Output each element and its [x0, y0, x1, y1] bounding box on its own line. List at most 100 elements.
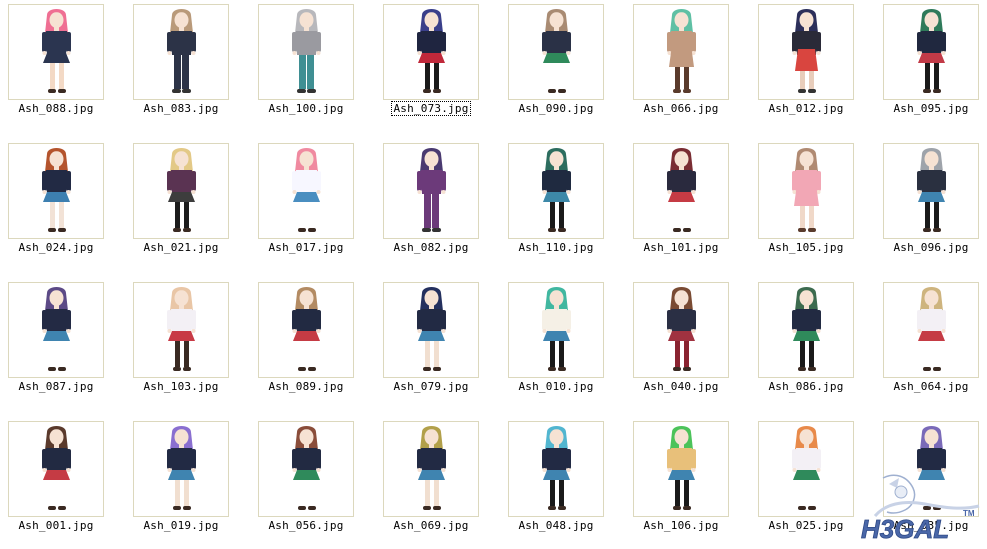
image-thumbnail[interactable] — [8, 4, 104, 100]
file-item[interactable]: Ash_106.jpg — [629, 419, 749, 549]
file-item[interactable]: Ash_089.jpg — [254, 280, 374, 410]
file-item[interactable]: Ash_012.jpg — [754, 2, 874, 132]
file-name-label[interactable]: Ash_079.jpg — [379, 380, 483, 393]
file-name-label[interactable]: Ash_105.jpg — [754, 241, 858, 254]
image-thumbnail[interactable] — [258, 421, 354, 517]
file-name-text: Ash_021.jpg — [143, 241, 219, 254]
file-item[interactable]: Ash_017.jpg — [254, 141, 374, 271]
file-name-label[interactable]: Ash_083.jpg — [129, 102, 233, 115]
file-item[interactable]: Ash_088.jpg — [4, 2, 124, 132]
file-name-label[interactable]: Ash_010.jpg — [504, 380, 608, 393]
file-item[interactable]: Ash_073.jpg — [379, 2, 499, 132]
file-item[interactable]: Ash_079.jpg — [379, 280, 499, 410]
file-item[interactable]: Ash_105.jpg — [754, 141, 874, 271]
file-item[interactable]: Ash_001.jpg — [4, 419, 124, 549]
image-thumbnail[interactable] — [758, 421, 854, 517]
file-name-label[interactable]: Ash_082.jpg — [379, 241, 483, 254]
image-thumbnail[interactable] — [8, 143, 104, 239]
image-thumbnail[interactable] — [633, 282, 729, 378]
image-thumbnail[interactable] — [133, 421, 229, 517]
file-name-label[interactable]: Ash_017.jpg — [254, 241, 358, 254]
image-thumbnail[interactable] — [8, 282, 104, 378]
file-item[interactable]: Ash_021.jpg — [129, 141, 249, 271]
file-item[interactable]: Ash_048.jpg — [504, 419, 624, 549]
file-item[interactable]: Ash_083.jpg — [129, 2, 249, 132]
file-name-label[interactable]: Ash_087.jpg — [4, 380, 108, 393]
file-item[interactable]: Ash_110.jpg — [504, 141, 624, 271]
file-name-label[interactable]: Ash_066.jpg — [629, 102, 733, 115]
file-item[interactable]: Ash_096.jpg — [879, 141, 987, 271]
file-name-label[interactable]: Ash_096.jpg — [879, 241, 983, 254]
file-item[interactable]: Ash_103.jpg — [129, 280, 249, 410]
image-thumbnail[interactable] — [633, 4, 729, 100]
file-item[interactable]: Ash_086.jpg — [754, 280, 874, 410]
file-name-label[interactable]: Ash_012.jpg — [754, 102, 858, 115]
file-name-label[interactable]: Ash_056.jpg — [254, 519, 358, 532]
file-item[interactable]: Ash_101.jpg — [629, 141, 749, 271]
file-name-text: Ash_069.jpg — [393, 519, 469, 532]
file-name-label[interactable]: Ash_024.jpg — [4, 241, 108, 254]
file-item[interactable]: Ash_064.jpg — [879, 280, 987, 410]
file-name-label[interactable]: Ash_095.jpg — [879, 102, 983, 115]
file-item[interactable]: Ash_087.jpg — [4, 280, 124, 410]
file-name-label[interactable]: Ash_064.jpg — [879, 380, 983, 393]
file-name-label[interactable]: Ash_103.jpg — [129, 380, 233, 393]
file-name-text: Ash_012.jpg — [768, 102, 844, 115]
file-name-label[interactable]: Ash_110.jpg — [504, 241, 608, 254]
image-thumbnail[interactable] — [383, 282, 479, 378]
image-thumbnail[interactable] — [883, 143, 979, 239]
file-item[interactable]: Ash_082.jpg — [379, 141, 499, 271]
file-item[interactable]: Ash_066.jpg — [629, 2, 749, 132]
file-name-label[interactable]: Ash_090.jpg — [504, 102, 608, 115]
file-name-label[interactable]: Ash_101.jpg — [629, 241, 733, 254]
file-item[interactable]: Ash_069.jpg — [379, 419, 499, 549]
file-name-label[interactable]: Ash_088.jpg — [4, 102, 108, 115]
image-thumbnail[interactable] — [508, 143, 604, 239]
file-name-label[interactable]: Ash_073.jpg — [379, 101, 483, 116]
file-name-label[interactable]: Ash_089.jpg — [254, 380, 358, 393]
file-item[interactable]: Ash_056.jpg — [254, 419, 374, 549]
file-name-label[interactable]: Ash_021.jpg — [129, 241, 233, 254]
image-thumbnail[interactable] — [258, 143, 354, 239]
image-thumbnail[interactable] — [508, 421, 604, 517]
file-name-label[interactable]: Ash_019.jpg — [129, 519, 233, 532]
file-item[interactable]: Ash_019.jpg — [129, 419, 249, 549]
file-item[interactable]: Ash_090.jpg — [504, 2, 624, 132]
file-item[interactable]: Ash_024.jpg — [4, 141, 124, 271]
file-item[interactable]: Ash_040.jpg — [629, 280, 749, 410]
file-name-label[interactable]: Ash_106.jpg — [629, 519, 733, 532]
image-thumbnail[interactable] — [133, 282, 229, 378]
image-thumbnail[interactable] — [383, 143, 479, 239]
file-name-label[interactable]: Ash_001.jpg — [4, 519, 108, 532]
image-thumbnail[interactable] — [633, 421, 729, 517]
file-item[interactable]: Ash_100.jpg — [254, 2, 374, 132]
image-thumbnail[interactable] — [383, 421, 479, 517]
image-thumbnail[interactable] — [133, 143, 229, 239]
file-item[interactable]: Ash_095.jpg — [879, 2, 987, 132]
file-name-label[interactable]: Ash_069.jpg — [379, 519, 483, 532]
svg-text:H3GAL: H3GAL — [861, 514, 949, 544]
file-name-label[interactable]: Ash_025.jpg — [754, 519, 858, 532]
file-name-text: Ash_001.jpg — [18, 519, 94, 532]
image-thumbnail[interactable] — [508, 282, 604, 378]
image-thumbnail[interactable] — [383, 4, 479, 100]
image-thumbnail[interactable] — [758, 143, 854, 239]
image-thumbnail[interactable] — [633, 143, 729, 239]
image-thumbnail[interactable] — [133, 4, 229, 100]
file-name-label[interactable]: Ash_048.jpg — [504, 519, 608, 532]
file-item[interactable]: Ash_010.jpg — [504, 280, 624, 410]
file-name-text: Ash_106.jpg — [643, 519, 719, 532]
image-thumbnail[interactable] — [883, 282, 979, 378]
file-name-text: Ash_105.jpg — [768, 241, 844, 254]
image-thumbnail[interactable] — [8, 421, 104, 517]
image-thumbnail[interactable] — [758, 282, 854, 378]
file-name-label[interactable]: Ash_040.jpg — [629, 380, 733, 393]
image-thumbnail[interactable] — [258, 4, 354, 100]
file-name-label[interactable]: Ash_086.jpg — [754, 380, 858, 393]
image-thumbnail[interactable] — [758, 4, 854, 100]
file-name-label[interactable]: Ash_100.jpg — [254, 102, 358, 115]
file-name-text: Ash_079.jpg — [393, 380, 469, 393]
image-thumbnail[interactable] — [508, 4, 604, 100]
image-thumbnail[interactable] — [258, 282, 354, 378]
image-thumbnail[interactable] — [883, 4, 979, 100]
